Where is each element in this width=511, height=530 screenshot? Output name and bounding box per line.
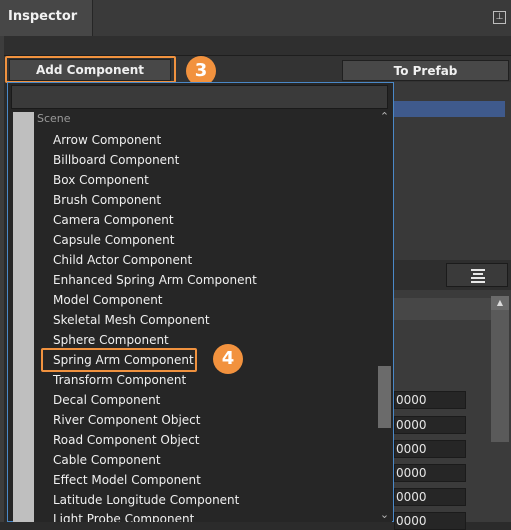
list-item[interactable]: Billboard Component — [53, 152, 179, 168]
list-item[interactable]: Enhanced Spring Arm Component — [53, 272, 257, 288]
list-item[interactable]: River Component Object — [53, 412, 200, 428]
value-field[interactable]: 0000 — [394, 464, 466, 482]
list-item[interactable]: Capsule Component — [53, 232, 174, 248]
value-field[interactable]: 0000 — [394, 391, 466, 409]
list-item[interactable]: Child Actor Component — [53, 252, 192, 268]
list-item[interactable]: Cable Component — [53, 452, 161, 468]
selected-tree-row[interactable] — [393, 101, 505, 117]
list-item[interactable]: Arrow Component — [53, 132, 161, 148]
list-item[interactable]: Camera Component — [53, 212, 174, 228]
step-4-badge: 4 — [213, 344, 243, 374]
spring-arm-highlight — [41, 348, 197, 372]
value-field[interactable]: 0000 — [394, 512, 466, 530]
list-item[interactable]: Box Component — [53, 172, 149, 188]
value-field[interactable]: 0000 — [394, 440, 466, 458]
list-item[interactable]: Sphere Component — [53, 332, 169, 348]
list-item[interactable]: Skeletal Mesh Component — [53, 312, 210, 328]
dropdown-scrollbar-thumb[interactable] — [378, 366, 391, 428]
chevron-down-icon[interactable]: ⌄ — [377, 508, 392, 522]
value-field[interactable]: 0000 — [394, 416, 466, 434]
details-section-header — [393, 298, 491, 320]
list-item[interactable]: Latitude Longitude Component — [53, 492, 239, 508]
to-prefab-button[interactable]: To Prefab — [342, 60, 509, 81]
list-item[interactable]: Effect Model Component — [53, 472, 201, 488]
inspector-subheader — [4, 36, 511, 56]
left-edge-strip — [0, 36, 4, 522]
list-item[interactable]: Model Component — [53, 292, 163, 308]
list-item[interactable]: Brush Component — [53, 192, 161, 208]
list-item[interactable]: Light Probe Component — [53, 511, 194, 522]
scroll-up-icon[interactable]: ▲ — [491, 296, 509, 310]
category-header-scene: Scene — [37, 112, 71, 125]
details-scrollbar[interactable] — [491, 296, 509, 442]
chevron-up-icon[interactable]: ⌃ — [377, 110, 392, 124]
details-view-options-button[interactable] — [446, 263, 508, 287]
dropdown-gutter — [13, 112, 34, 522]
value-field[interactable]: 0000 — [394, 488, 466, 506]
lines-icon — [471, 269, 485, 283]
inspector-tab-title: Inspector — [8, 9, 78, 24]
list-item[interactable]: Road Component Object — [53, 432, 200, 448]
add-component-highlight — [5, 56, 176, 83]
pin-icon[interactable]: ⊥ — [493, 11, 506, 24]
list-item[interactable]: Transform Component — [53, 372, 186, 388]
dropdown-scrollbar-track[interactable] — [377, 110, 392, 522]
component-search-input[interactable] — [11, 85, 388, 109]
list-item[interactable]: Decal Component — [53, 392, 160, 408]
